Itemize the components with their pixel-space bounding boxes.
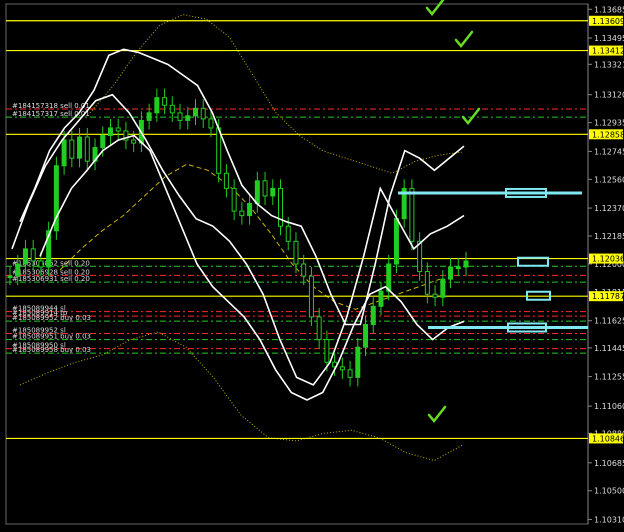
y-tick-label: 1.11255 [594,373,624,382]
candle-body [448,266,454,280]
candle-body [339,366,345,371]
candle-body [308,275,314,318]
candle-body [192,107,198,117]
level-price-label: 1.11787 [592,292,624,301]
candle-body [262,180,268,197]
y-tick-label: 1.11445 [594,344,624,353]
y-tick-label: 1.13321 [594,60,624,69]
order-label: #185306931 sell 0.20 [12,275,90,283]
y-tick-label: 1.12185 [594,232,624,241]
level-price-label: 1.13412 [592,47,624,56]
check-icon [425,0,445,16]
candle-body [293,240,299,265]
candle-body [324,339,330,363]
y-tick-label: 1.11625 [594,317,624,326]
y-tick-label: 1.13685 [594,5,624,14]
candle-body [316,316,322,341]
y-tick-label: 1.13495 [594,34,624,43]
candle-body [77,136,83,159]
candle-body [61,139,67,167]
y-tick-label: 1.12745 [594,147,624,156]
y-tick-label: 1.10500 [594,487,624,496]
candle-body [270,187,276,197]
y-tick-label: 1.11060 [594,402,624,411]
check-icon [427,405,447,423]
candle-body [208,118,214,129]
candle-body [363,323,369,348]
lower-band-line [39,134,465,401]
candle-body [154,97,160,114]
level-price-label: 1.10846 [592,434,624,443]
candle-body [285,225,291,242]
order-label: #184157318 sell 0.01 [12,102,90,110]
candle-body [115,127,121,132]
order-label: #185089951 buy 0.03 [12,333,91,341]
y-tick-label: 1.12935 [594,119,624,128]
candle-body [69,139,75,159]
candle-body [247,203,253,217]
candle-body [146,112,152,121]
check-icon [454,30,474,48]
candle-body [162,97,168,106]
y-tick-label: 1.12560 [594,175,624,184]
y-tick-label: 1.10310 [594,515,624,524]
candle-body [38,260,44,268]
candle-body [254,180,260,205]
candle-body [409,187,415,242]
candle-body [216,127,222,174]
candle-body [370,305,376,325]
candle-body [107,127,113,137]
candle-body [100,135,106,149]
candle-body [177,112,183,121]
level-price-label: 1.13609 [592,17,624,26]
candle-body [200,107,206,120]
level-price-label: 1.12858 [592,130,624,139]
y-tick-label: 1.13120 [594,91,624,100]
y-tick-label: 1.12370 [594,204,624,213]
candle-body [347,369,353,378]
candle-body [185,115,191,121]
candle-body [169,104,175,114]
candle-body [386,263,392,292]
check-icon [461,107,481,125]
upper-envelope-line [89,14,463,174]
upper-band-line [19,48,465,326]
candle-body [223,172,229,189]
candle-body [455,266,461,270]
candle-body [131,139,137,144]
candle-body [231,187,237,212]
candle-body [30,248,36,262]
y-tick-label: 1.10685 [594,459,624,468]
candle-body [355,346,361,378]
candle-body [440,278,446,298]
level-price-label: 1.12036 [592,255,624,264]
candle-body [22,248,28,265]
chart: 1.13685 1.13495 1.13321 1.13120 1.12935 1.127… [0,0,624,528]
candle-body [424,271,430,295]
candle-body [393,218,399,265]
order-label: #185089952 buy 0.03 [12,314,91,322]
candle-body [378,290,384,307]
candle-body [15,263,21,277]
candle-body [463,260,469,268]
order-label: #185089958 buy 0.03 [12,346,91,354]
candle-body [7,275,13,279]
candle-body [239,210,245,217]
price-chart: 1.13685 1.13495 1.13321 1.13120 1.12935 1.127… [5,0,624,525]
candle-body [301,263,307,277]
candle-body [432,293,438,298]
candle-body [84,136,90,162]
